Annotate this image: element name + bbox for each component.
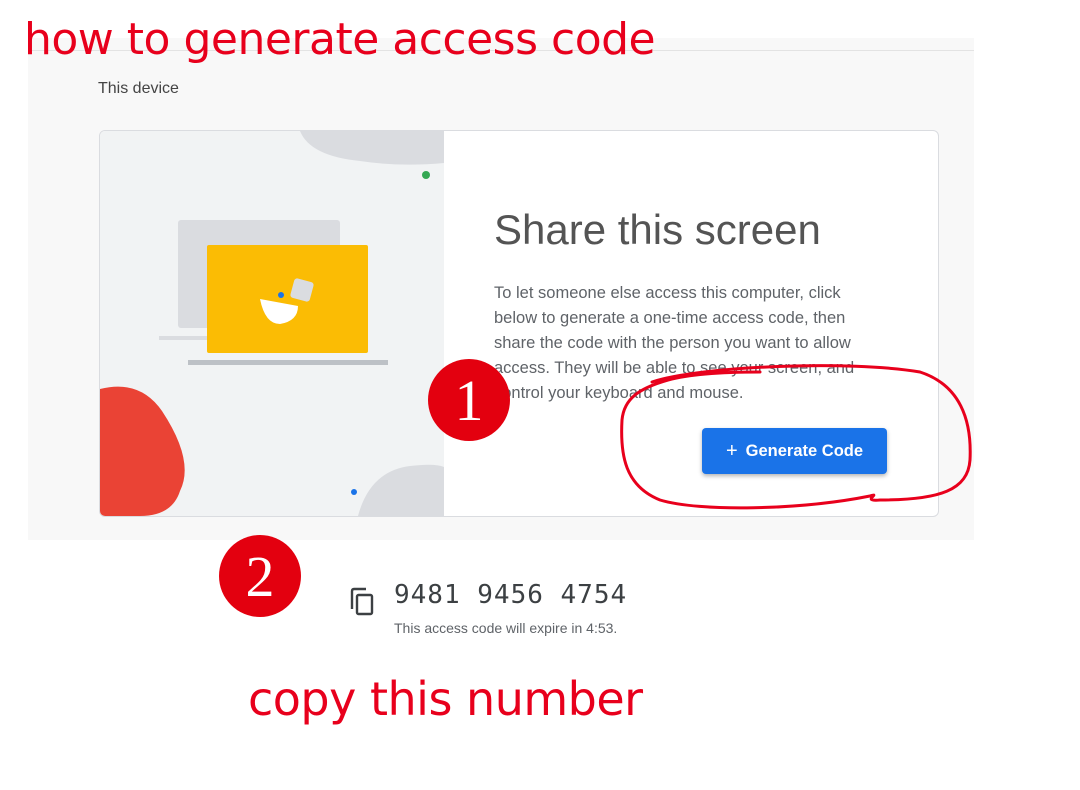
annotation-copy-note: copy this number bbox=[248, 672, 643, 726]
share-screen-card: Share this screen To let someone else ac… bbox=[99, 130, 939, 517]
copy-icon[interactable] bbox=[348, 587, 376, 617]
generate-code-button[interactable]: + Generate Code bbox=[702, 428, 887, 474]
access-code-value[interactable]: 9481 9456 4754 bbox=[394, 580, 627, 610]
step-1-badge: 1 bbox=[428, 359, 510, 441]
generate-code-label: Generate Code bbox=[745, 441, 864, 460]
annotation-title: how to generate access code bbox=[24, 14, 656, 65]
plus-icon: + bbox=[725, 440, 738, 462]
section-label: This device bbox=[98, 80, 179, 97]
access-code-expiry: This access code will expire in 4:53. bbox=[394, 620, 618, 636]
share-illustration bbox=[100, 131, 444, 516]
share-screen-title: Share this screen bbox=[494, 206, 821, 253]
share-screen-description: To let someone else access this computer… bbox=[494, 284, 855, 402]
step-2-badge: 2 bbox=[219, 535, 301, 617]
laptop-illustration bbox=[100, 131, 444, 516]
